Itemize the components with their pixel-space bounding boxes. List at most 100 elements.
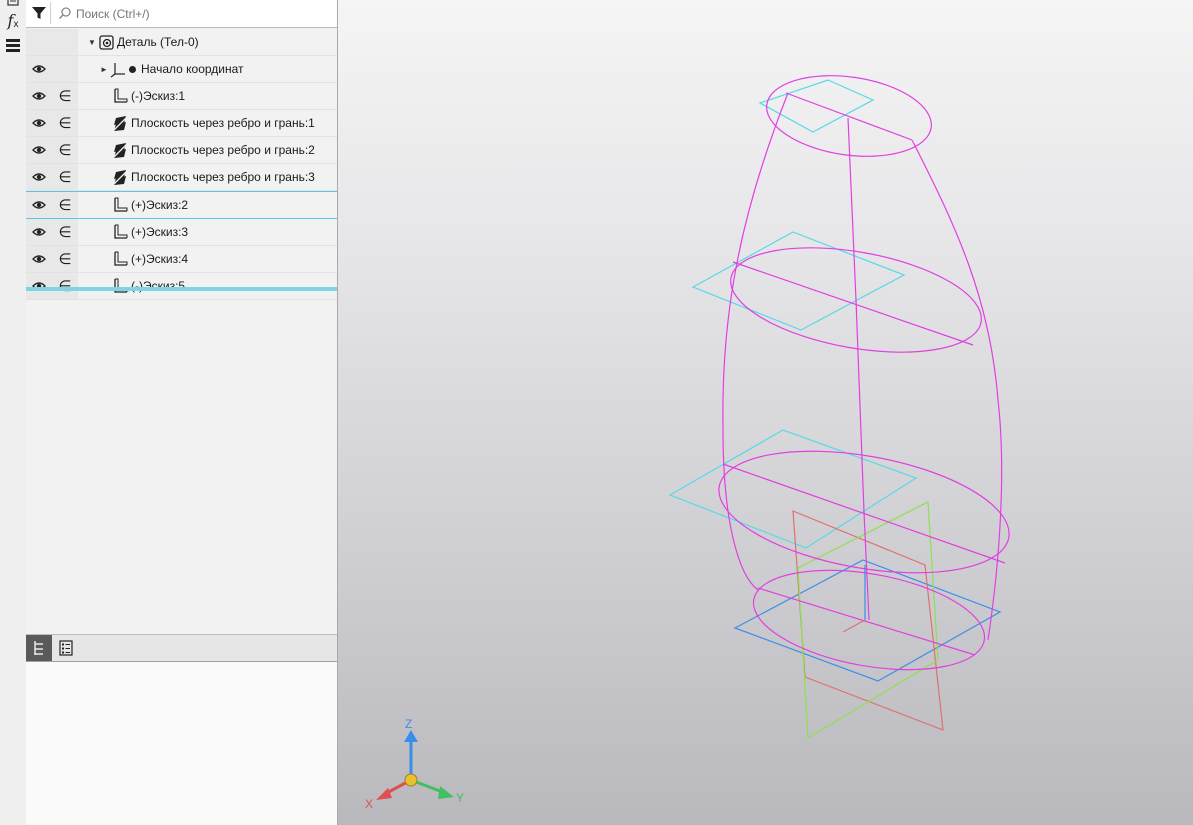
properties-list-icon — [59, 640, 73, 656]
element-of-icon: ∈ — [58, 88, 72, 105]
guide-center — [847, 117, 870, 621]
visibility-toggle[interactable] — [26, 246, 52, 272]
part-icon — [99, 34, 114, 50]
eye-icon — [32, 146, 46, 154]
visibility-toggle[interactable] — [26, 192, 52, 218]
tree-tab[interactable] — [26, 635, 52, 661]
expand-arrow-icon[interactable]: ▼ — [88, 38, 98, 47]
element-of-icon: ∈ — [58, 115, 72, 132]
sketch-icon — [114, 224, 128, 239]
model-tree: ▼ Деталь (Тел-0) ► Начало координат ∈ (-… — [26, 29, 337, 300]
layers-icon[interactable] — [3, 35, 23, 55]
model-wireframe[interactable]: Z Y X — [338, 0, 1193, 825]
tree-item-label: Плоскость через ребро и грань:2 — [131, 143, 315, 157]
tree-row-sketch-4[interactable]: ∈ (+)Эскиз:4 — [26, 246, 337, 273]
3d-viewport[interactable]: Z Y X — [338, 0, 1193, 825]
tree-row-sketch-1[interactable]: ∈ (-)Эскиз:1 — [26, 83, 337, 110]
plane-icon — [112, 142, 129, 158]
search-bar — [26, 0, 358, 28]
filter-button[interactable] — [28, 2, 51, 24]
triad-z-arrow — [404, 730, 418, 742]
tree-row-sketch-3[interactable]: ∈ (+)Эскиз:3 — [26, 219, 337, 246]
eye-icon — [32, 92, 46, 100]
include-toggle[interactable]: ∈ — [52, 192, 78, 218]
function-icon[interactable]: fx — [3, 10, 23, 30]
expand-arrow-icon[interactable]: ► — [100, 65, 110, 74]
include-toggle[interactable]: ∈ — [52, 164, 78, 190]
plane-icon — [112, 169, 129, 185]
tree-end-marker[interactable] — [26, 287, 337, 291]
yz-plane — [797, 501, 939, 740]
visibility-toggle[interactable] — [26, 219, 52, 245]
tree-item-label: (+)Эскиз:2 — [131, 198, 189, 212]
include-toggle[interactable]: ∈ — [52, 137, 78, 163]
model-tree-panel: ▼ Деталь (Тел-0) ► Начало координат ∈ — [26, 0, 358, 825]
construction-planes — [668, 79, 918, 549]
sketch-icon — [114, 197, 128, 212]
tree-item-label: Плоскость через ребро и грань:1 — [131, 116, 315, 130]
tree-origin-label: Начало координат — [141, 62, 244, 76]
include-toggle[interactable]: ∈ — [52, 219, 78, 245]
left-toolbar: fx — [0, 0, 27, 825]
xz-plane — [792, 510, 944, 731]
triad-z-label: Z — [405, 717, 412, 731]
axis-triad: Z Y X — [365, 717, 464, 811]
tree-item-label: Плоскость через ребро и грань:3 — [131, 170, 315, 184]
eye-icon — [32, 119, 46, 127]
element-of-icon: ∈ — [58, 251, 72, 268]
include-cell — [52, 56, 78, 82]
triad-y-label: Y — [456, 791, 464, 805]
triad-origin — [404, 773, 418, 787]
sketch-toolbar-icon[interactable] — [3, 0, 23, 10]
include-toggle[interactable]: ∈ — [52, 110, 78, 136]
plane-2 — [691, 231, 906, 331]
include-toggle[interactable]: ∈ — [52, 273, 78, 299]
visibility-toggle[interactable] — [26, 137, 52, 163]
visibility-toggle[interactable] — [26, 273, 52, 299]
include-toggle[interactable]: ∈ — [52, 83, 78, 109]
tree-root-label: Деталь (Тел-0) — [117, 35, 199, 49]
element-of-icon: ∈ — [58, 277, 71, 295]
tree-row-origin[interactable]: ► Начало координат — [26, 56, 337, 83]
element-of-icon: ∈ — [58, 169, 72, 186]
filter-icon — [32, 7, 46, 19]
origin-point-icon — [129, 65, 136, 73]
plane-1 — [758, 79, 875, 133]
axis-line-4 — [757, 587, 976, 656]
sketch-icon — [114, 278, 128, 293]
properties-tab[interactable] — [53, 635, 79, 661]
eye-icon — [32, 173, 46, 181]
origin-x-axis — [842, 619, 866, 633]
element-of-icon: ∈ — [58, 197, 72, 214]
tree-row-sketch-2[interactable]: ∈ (+)Эскиз:2 — [26, 191, 337, 219]
eye-icon — [32, 65, 46, 73]
element-of-icon: ∈ — [58, 224, 72, 241]
eye-icon — [32, 228, 46, 236]
visibility-cell — [26, 29, 52, 55]
properties-pane — [26, 662, 337, 825]
visibility-toggle[interactable] — [26, 83, 52, 109]
include-cell — [52, 29, 78, 55]
visibility-toggle[interactable] — [26, 164, 52, 190]
triad-y-arrow — [438, 786, 454, 799]
element-of-icon: ∈ — [58, 142, 72, 159]
origin-axes-icon — [110, 62, 125, 77]
panel-tabs — [26, 634, 337, 663]
include-toggle[interactable]: ∈ — [52, 246, 78, 272]
sketch-icon — [114, 251, 128, 266]
eye-icon — [32, 201, 46, 209]
tree-item-label: (-)Эскиз:1 — [131, 89, 186, 103]
guide-left — [722, 92, 789, 591]
tree-item-label: (+)Эскиз:3 — [131, 225, 189, 239]
triad-x-label: X — [365, 797, 373, 811]
loft-sketches — [718, 75, 1010, 671]
visibility-toggle[interactable] — [26, 56, 52, 82]
tree-row-root[interactable]: ▼ Деталь (Тел-0) — [26, 29, 337, 56]
sketch-icon — [114, 88, 128, 103]
visibility-toggle[interactable] — [26, 110, 52, 136]
tree-row-plane-3[interactable]: ∈ Плоскость через ребро и грань:3 — [26, 164, 337, 191]
tree-row-plane-2[interactable]: ∈ Плоскость через ребро и грань:2 — [26, 137, 337, 164]
tree-item-label: (+)Эскиз:4 — [131, 252, 189, 266]
search-input[interactable] — [54, 3, 358, 25]
tree-row-plane-1[interactable]: ∈ Плоскость через ребро и грань:1 — [26, 110, 337, 137]
